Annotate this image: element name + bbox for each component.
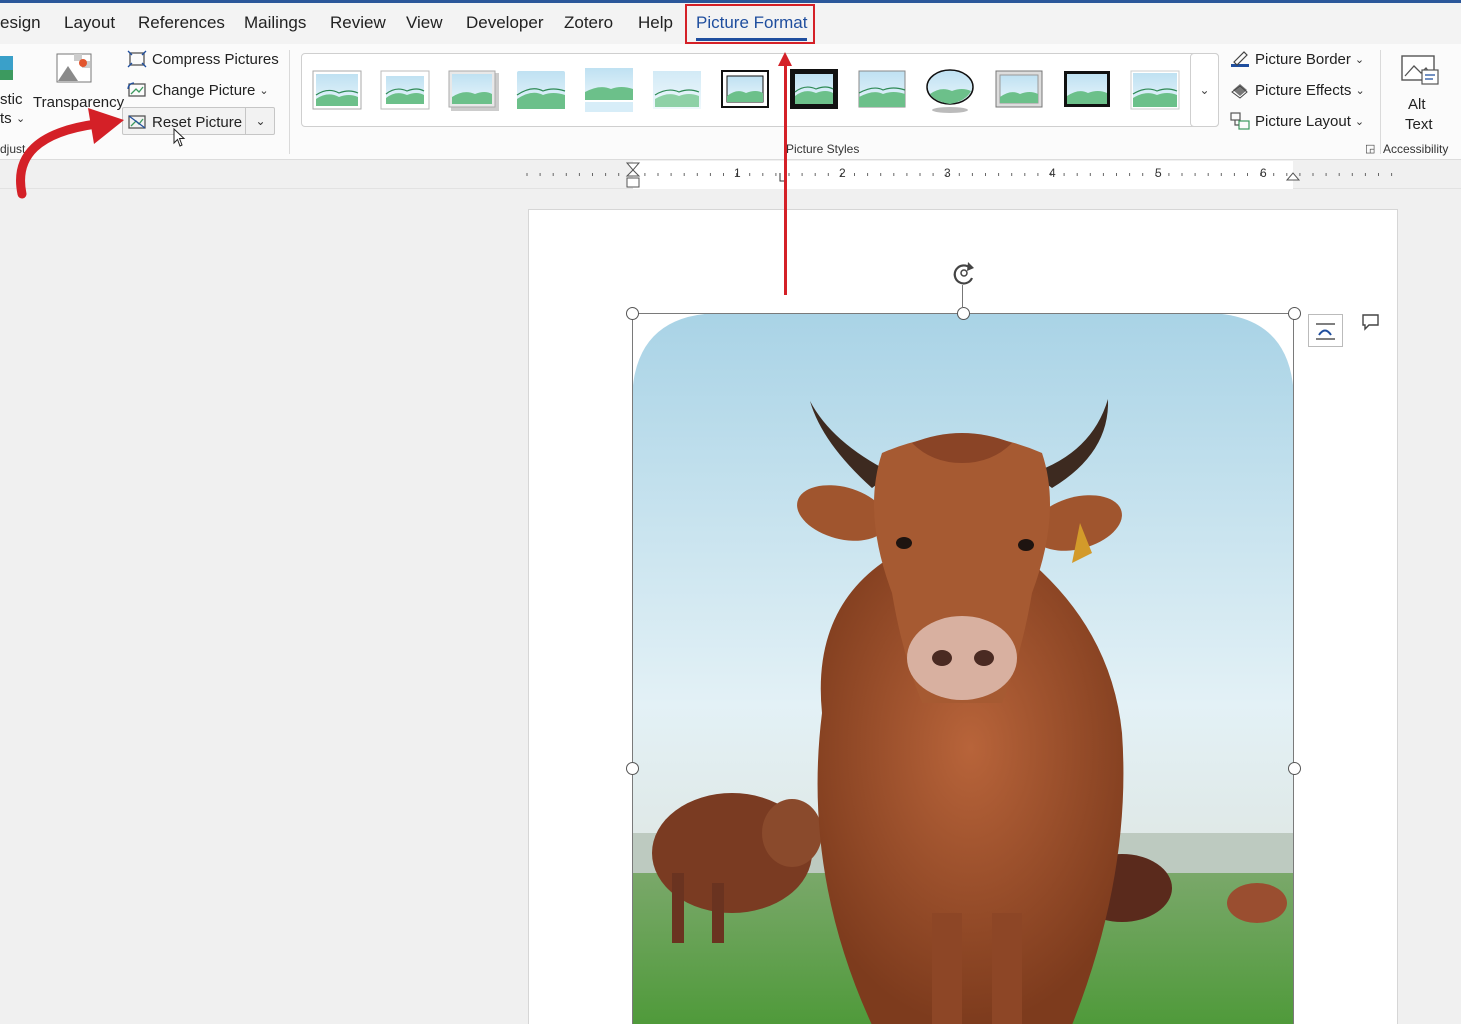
horizontal-ruler[interactable]: 1 2 3 4 5 6 bbox=[0, 161, 1461, 189]
picture-style-6[interactable] bbox=[653, 71, 701, 109]
picture-effects-button[interactable]: Picture Effects ⌄ bbox=[1230, 81, 1365, 99]
group-separator bbox=[1380, 50, 1381, 154]
tab-help[interactable]: Help bbox=[638, 13, 673, 33]
picture-style-10[interactable] bbox=[926, 69, 974, 113]
resize-handle-top-right[interactable] bbox=[1288, 307, 1301, 320]
ruler-number: 3 bbox=[944, 166, 951, 180]
tab-layout[interactable]: Layout bbox=[64, 13, 115, 33]
resize-handle-top[interactable] bbox=[957, 307, 970, 320]
picture-styles-thumbnails bbox=[312, 68, 1180, 113]
picture-styles-group-label: Picture Styles bbox=[786, 142, 860, 156]
highlight-box-annotation bbox=[685, 4, 815, 44]
ruler-ticks bbox=[526, 161, 1393, 189]
alt-text-label-2: Text bbox=[1405, 116, 1433, 133]
tab-references[interactable]: References bbox=[138, 13, 225, 33]
rotation-stem bbox=[962, 285, 963, 308]
reset-picture-dropdown[interactable]: ⌄ bbox=[245, 108, 275, 134]
group-separator bbox=[289, 50, 290, 154]
ruler-number: 5 bbox=[1155, 166, 1162, 180]
change-picture-label: Change Picture bbox=[152, 81, 256, 99]
picture-style-5[interactable] bbox=[585, 68, 633, 112]
arrow-line-annotation bbox=[784, 62, 787, 295]
ribbon-picture-format: stic ts ⌄ Transparency Compress Pictures bbox=[0, 44, 1461, 160]
word-window: esign Layout References Mailings Review … bbox=[0, 0, 1461, 1024]
picture-layout-button[interactable]: Picture Layout ⌄ bbox=[1230, 112, 1364, 130]
picture-layout-label: Picture Layout bbox=[1255, 112, 1351, 130]
picture-selection-frame bbox=[632, 313, 1294, 1024]
picture-style-13[interactable] bbox=[1130, 70, 1180, 110]
picture-styles-gallery bbox=[301, 53, 1219, 127]
reset-picture-split-button: Reset Picture ⌄ bbox=[122, 107, 275, 135]
picture-border-icon bbox=[1231, 51, 1249, 67]
picture-style-3[interactable] bbox=[448, 70, 499, 111]
picture-effects-icon bbox=[1231, 84, 1248, 99]
alt-text-icon bbox=[1401, 55, 1439, 85]
picture-layout-icon bbox=[1230, 112, 1250, 130]
picture-style-12[interactable] bbox=[1064, 71, 1110, 107]
picture-style-4[interactable] bbox=[516, 71, 566, 109]
ruler-number: 4 bbox=[1049, 166, 1056, 180]
picture-style-7[interactable] bbox=[721, 70, 769, 108]
chevron-down-icon: ⌄ bbox=[259, 84, 269, 97]
gallery-more-button[interactable]: ⌄ bbox=[1190, 53, 1219, 127]
picture-style-9[interactable] bbox=[858, 70, 906, 108]
picture-effects-label: Picture Effects bbox=[1255, 81, 1352, 99]
mouse-cursor-icon bbox=[173, 128, 186, 147]
picture-style-8[interactable] bbox=[790, 69, 838, 109]
change-picture-button[interactable]: Change Picture ⌄ bbox=[127, 81, 269, 99]
alt-text-button[interactable]: Alt Text bbox=[1392, 50, 1448, 133]
tab-mailings[interactable]: Mailings bbox=[244, 13, 306, 33]
ruler-number: 2 bbox=[839, 166, 846, 180]
chevron-down-icon: ⌄ bbox=[1354, 115, 1365, 128]
ruler-number: 1 bbox=[734, 166, 741, 180]
tab-zotero[interactable]: Zotero bbox=[564, 13, 613, 33]
accessibility-group-label: Accessibility bbox=[1383, 142, 1449, 156]
layout-options-icon bbox=[1316, 323, 1335, 340]
picture-style-1[interactable] bbox=[312, 70, 362, 110]
transparency-icon bbox=[56, 53, 92, 83]
curved-arrow-annotation bbox=[16, 108, 124, 199]
chevron-down-icon: ⌄ bbox=[1355, 84, 1365, 97]
dialog-launcher-icon[interactable]: ◲ bbox=[1365, 142, 1375, 155]
resize-handle-right[interactable] bbox=[1288, 762, 1301, 775]
resize-handle-left[interactable] bbox=[626, 762, 639, 775]
picture-border-button[interactable]: Picture Border ⌄ bbox=[1230, 50, 1364, 68]
resize-handle-top-left[interactable] bbox=[626, 307, 639, 320]
picture-border-label: Picture Border bbox=[1255, 50, 1351, 68]
artistic-effects-icon bbox=[0, 56, 13, 80]
chevron-down-icon: ⌄ bbox=[1199, 83, 1210, 97]
new-comment-icon[interactable] bbox=[1361, 313, 1381, 333]
picture-style-2[interactable] bbox=[380, 70, 430, 110]
rotate-handle-icon[interactable] bbox=[948, 258, 982, 288]
alt-text-label-1: Alt bbox=[1408, 96, 1426, 113]
tab-review[interactable]: Review bbox=[330, 13, 386, 33]
reset-picture-label: Reset Picture bbox=[152, 113, 243, 131]
chevron-down-icon: ⌄ bbox=[1354, 53, 1365, 66]
ruler-number: 6 bbox=[1260, 166, 1267, 180]
tab-developer[interactable]: Developer bbox=[466, 13, 544, 33]
picture-style-11[interactable] bbox=[995, 70, 1043, 108]
tab-view[interactable]: View bbox=[406, 13, 443, 33]
compress-pictures-button[interactable]: Compress Pictures bbox=[127, 50, 279, 68]
compress-pictures-label: Compress Pictures bbox=[152, 50, 279, 68]
chevron-down-icon: ⌄ bbox=[255, 114, 266, 128]
tab-design[interactable]: esign bbox=[0, 13, 41, 33]
layout-options-button[interactable] bbox=[1308, 314, 1343, 347]
compress-icon bbox=[127, 50, 147, 68]
